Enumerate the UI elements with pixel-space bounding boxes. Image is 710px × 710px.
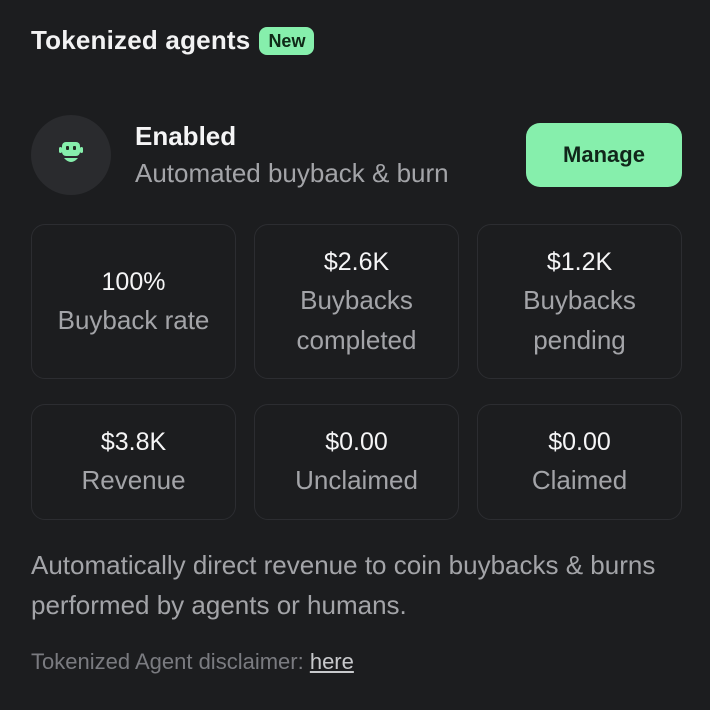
page-title: Tokenized agents xyxy=(31,25,251,55)
stat-label: Buybacks pending xyxy=(523,284,636,355)
stat-value: $0.00 xyxy=(325,428,388,456)
stat-label: Unclaimed xyxy=(295,465,418,495)
manage-button[interactable]: Manage xyxy=(526,123,682,187)
stat-card-buybacks-pending: $1.2K Buybacks pending xyxy=(477,224,682,379)
new-badge: New xyxy=(259,26,315,55)
header: Tokenized agents New xyxy=(31,25,315,56)
stat-card-unclaimed: $0.00 Unclaimed xyxy=(254,404,459,520)
disclaimer-link[interactable]: here xyxy=(310,649,354,674)
stat-value: $2.6K xyxy=(323,247,390,276)
stat-label: Buyback rate xyxy=(57,304,210,335)
status-title: Enabled xyxy=(135,121,237,151)
stat-value: $3.8K xyxy=(100,428,167,456)
robot-icon xyxy=(56,138,86,173)
status-subtitle: Automated buyback & burn xyxy=(135,158,449,188)
stat-card-claimed: $0.00 Claimed xyxy=(477,404,682,520)
disclaimer-text: Tokenized Agent disclaimer: xyxy=(31,649,310,674)
description-text: Automatically direct revenue to coin buy… xyxy=(31,550,656,620)
stat-value: $1.2K xyxy=(546,247,613,276)
stat-card-buyback-rate: 100% Buyback rate xyxy=(31,224,236,379)
stat-label: Buybacks completed xyxy=(296,284,417,355)
stat-label: Revenue xyxy=(81,465,186,495)
stat-value: 100% xyxy=(101,267,166,296)
stat-value: $0.00 xyxy=(548,428,611,456)
status-row: Enabled Automated buyback & burn Manage xyxy=(31,115,682,197)
stats-grid: 100% Buyback rate $2.6K Buybacks complet… xyxy=(31,224,682,520)
stat-label: Claimed xyxy=(531,465,628,495)
stat-card-buybacks-completed: $2.6K Buybacks completed xyxy=(254,224,459,379)
status-text: Enabled Automated buyback & burn xyxy=(135,120,449,192)
avatar xyxy=(31,115,111,195)
disclaimer: Tokenized Agent disclaimer: here xyxy=(31,649,354,675)
stat-card-revenue: $3.8K Revenue xyxy=(31,404,236,520)
